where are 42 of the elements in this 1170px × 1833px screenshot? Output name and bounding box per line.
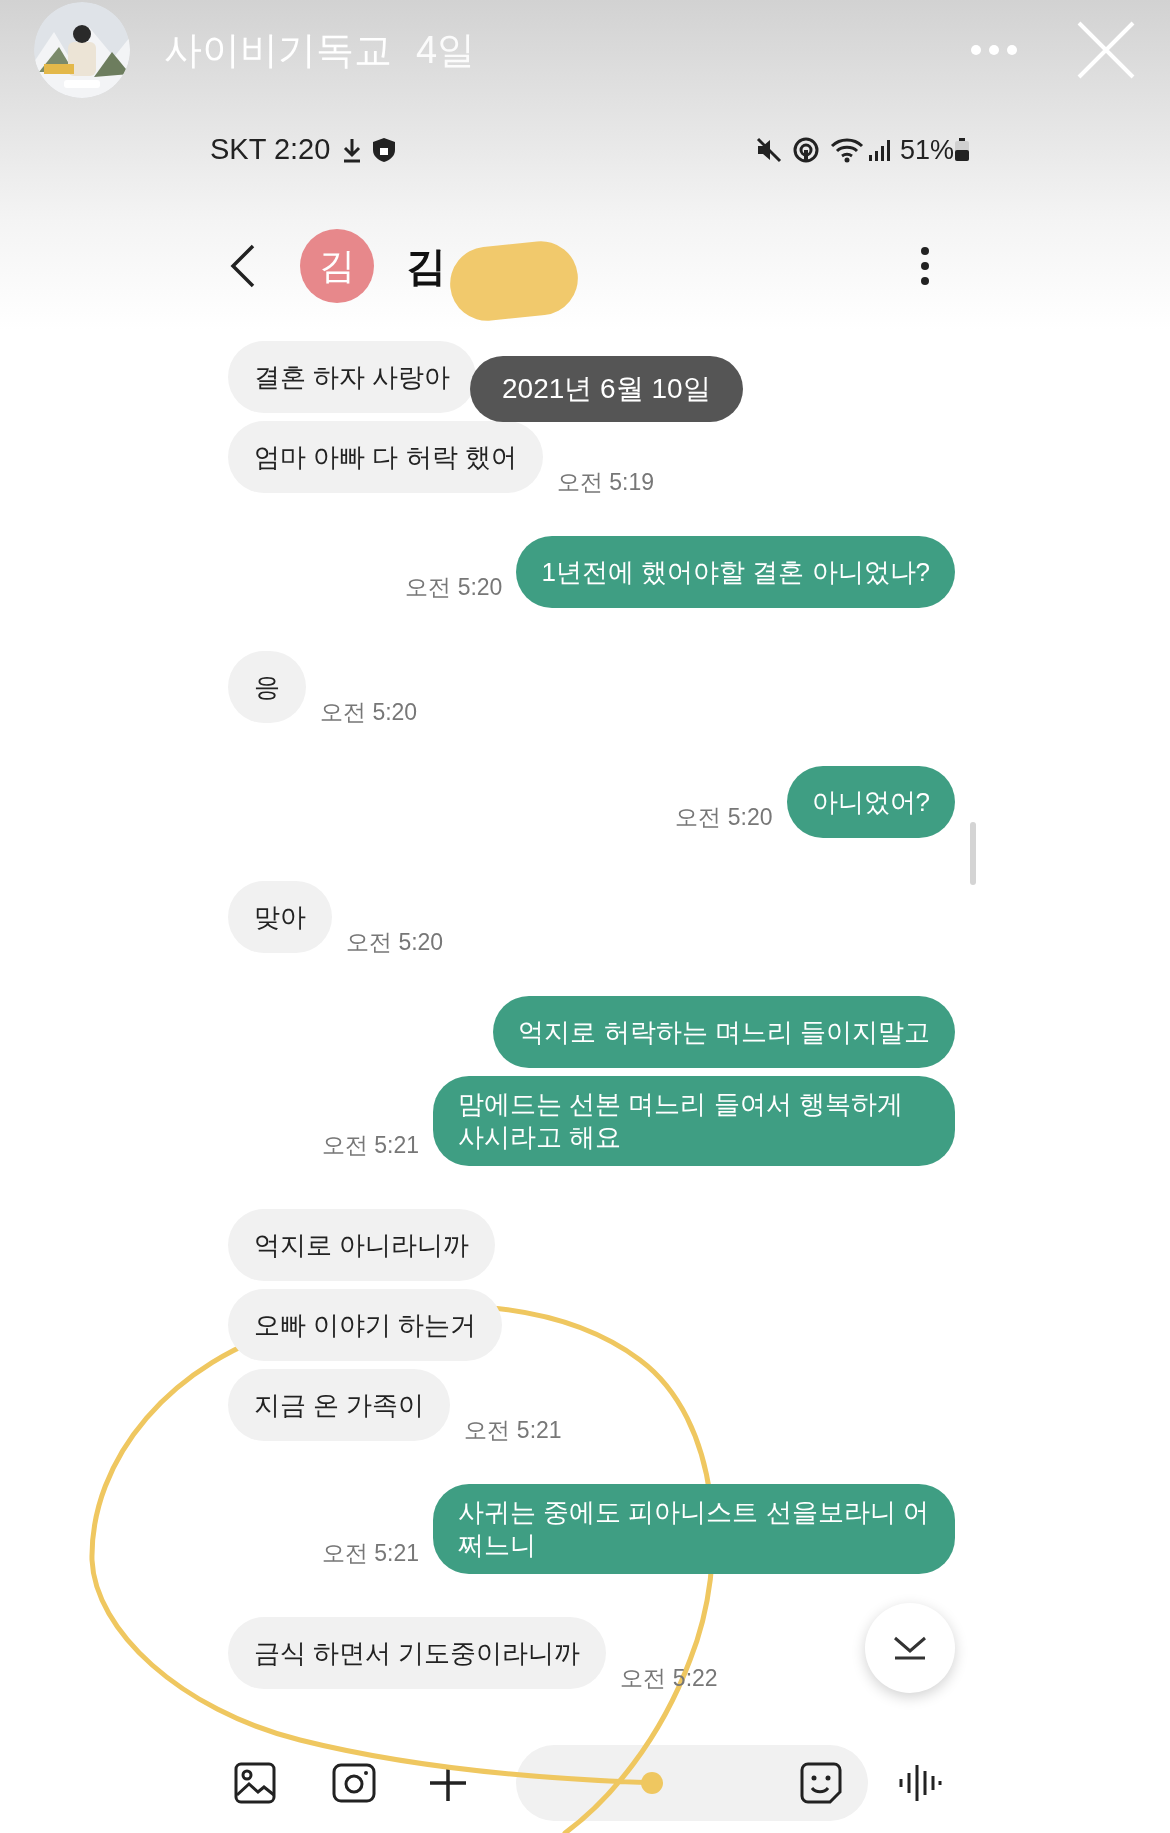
message-bubble: 지금 온 가족이	[228, 1369, 451, 1441]
camera-icon[interactable]	[332, 1763, 376, 1803]
scrollbar-thumb	[970, 822, 976, 885]
voice-icon[interactable]	[898, 1763, 942, 1803]
chevron-down-icon	[893, 1636, 927, 1660]
carrier-time: SKT 2:20	[210, 132, 331, 168]
message-bubble: 억지로 허락하는 며느리 들이지말고	[493, 996, 955, 1068]
mute-icon	[755, 137, 782, 163]
kebab-menu-icon[interactable]	[920, 246, 930, 286]
message-time: 오전 5:20	[675, 802, 773, 832]
message-bubble: 억지로 아니라니까	[228, 1209, 496, 1281]
download-icon	[342, 137, 363, 163]
message-bubble: 사귀는 중에도 피아니스트 선을보라니 어쩌느니	[433, 1484, 955, 1574]
battery-icon	[954, 138, 970, 162]
message-bubble: 1년전에 했어야할 결혼 아니었나?	[516, 536, 955, 608]
hotspot-icon	[791, 136, 820, 164]
message-bubble: 결혼 하자 사랑아	[228, 341, 477, 413]
message-time: 오전 5:20	[405, 572, 503, 602]
message-bubble: 엄마 아빠 다 허락 했어	[228, 421, 543, 493]
message-bubble: 아니었어?	[786, 766, 955, 838]
message-bubble: 맞아	[228, 881, 332, 953]
shield-icon	[372, 137, 397, 163]
back-icon[interactable]	[230, 244, 256, 288]
signal-icon	[867, 138, 892, 162]
message-bubble: 오빠 이야기 하는거	[228, 1289, 503, 1361]
message-time: 오전 5:20	[346, 927, 444, 957]
contact-name[interactable]: 김	[406, 236, 446, 296]
sticker-icon[interactable]	[800, 1762, 842, 1804]
wifi-icon	[829, 137, 864, 163]
message-time: 오전 5:21	[464, 1415, 562, 1445]
battery-percent: 51%	[899, 133, 954, 167]
message-bubble: 맘에드는 선본 며느리 들여서 행복하게 사시라고 해요	[433, 1076, 955, 1166]
message-bubble: 응	[228, 651, 306, 723]
message-bubble: 금식 하면서 기도중이라니까	[228, 1617, 607, 1689]
message-time: 오전 5:19	[556, 467, 655, 497]
message-time: 오전 5:21	[321, 1130, 419, 1160]
contact-avatar: 김	[300, 229, 374, 303]
date-badge: 2021년 6월 10일	[470, 356, 743, 422]
message-time: 오전 5:20	[320, 697, 418, 727]
scroll-down-button[interactable]	[865, 1603, 955, 1693]
message-time: 오전 5:21	[321, 1538, 419, 1568]
gallery-icon[interactable]	[234, 1762, 276, 1804]
